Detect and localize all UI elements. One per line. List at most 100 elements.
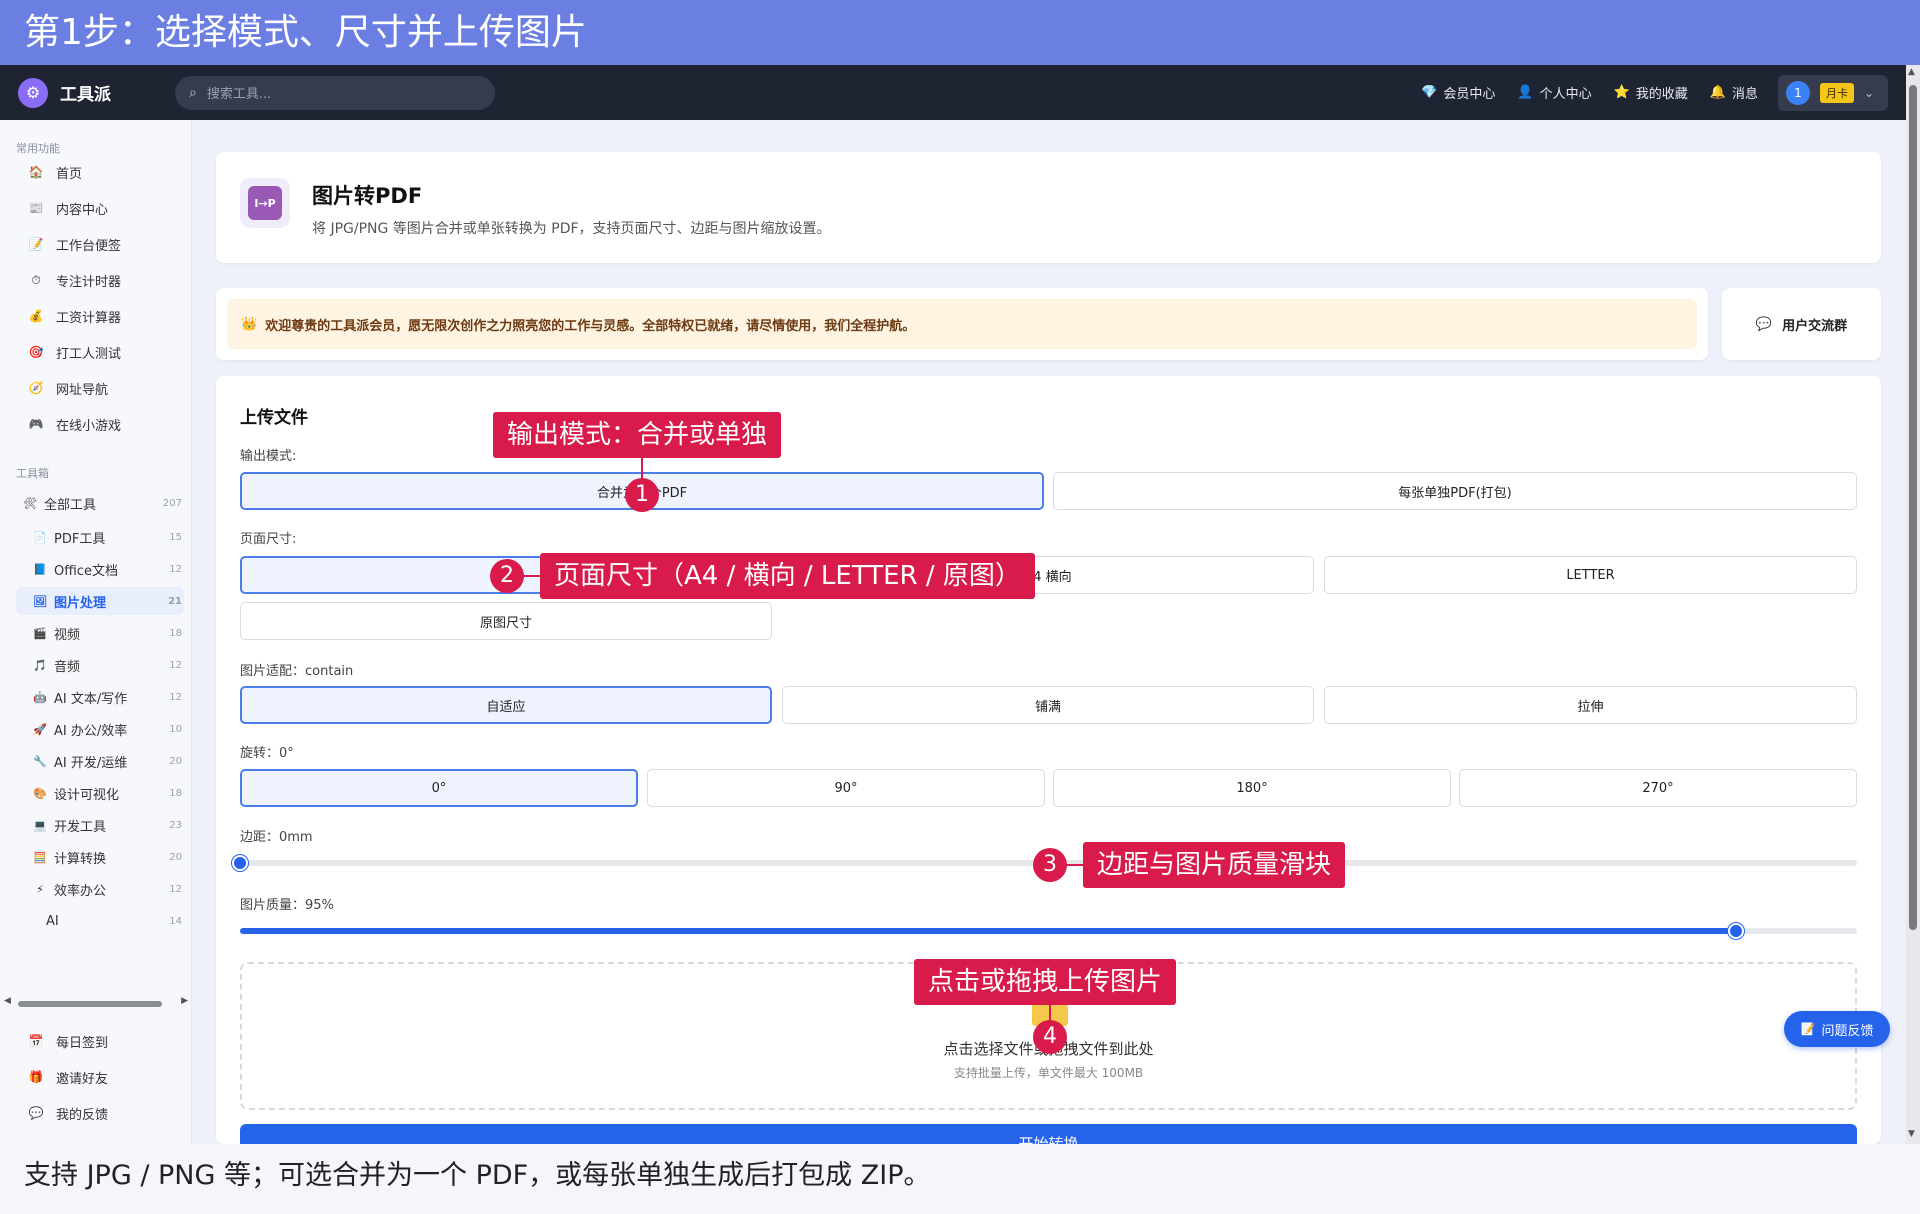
sidebar-item-pdf[interactable]: 📄 PDF工具 15	[16, 523, 184, 551]
sidebar-item-calc[interactable]: 🧮 计算转换 20	[16, 843, 184, 871]
sidebar-hscrollbar[interactable]: ◀ ▶	[0, 996, 192, 1010]
logo[interactable]: ⚙ 工具派	[18, 77, 111, 108]
sidebar-item-worker-test[interactable]: 🎯 打工人测试	[16, 337, 184, 367]
rotate-0-button[interactable]: 0°	[240, 769, 638, 807]
chat-bubble-icon: 💬	[1755, 316, 1773, 332]
rotate-90-button[interactable]: 90°	[647, 769, 1045, 807]
laptop-icon: 💻	[33, 818, 47, 832]
sidebar-item-ai-office[interactable]: 🚀 AI 办公/效率 10	[16, 715, 184, 743]
caption-bar: 支持 JPG / PNG 等；可选合并为一个 PDF，或每张单独生成后打包成 Z…	[0, 1144, 1920, 1214]
margin-label: 边距：0mm	[240, 830, 313, 845]
size-original-button[interactable]: 原图尺寸	[240, 602, 772, 640]
scroll-down-icon[interactable]: ▼	[1908, 1129, 1915, 1139]
sidebar-item-checkin[interactable]: 📅 每日签到	[16, 1026, 184, 1056]
search-icon: ⌕	[189, 84, 197, 101]
page-description: 将 JPG/PNG 等图片合并或单张转换为 PDF，支持页面尺寸、边距与图片缩放…	[312, 221, 831, 237]
user-group-label: 用户交流群	[1782, 318, 1848, 334]
fit-stretch-button[interactable]: 拉伸	[1324, 686, 1857, 724]
nav-member-center[interactable]: 💎 会员中心	[1421, 83, 1495, 102]
sidebar-section-toolbox: 工具箱	[16, 467, 49, 480]
clapper-icon: 🎬	[33, 626, 47, 640]
slider-knob[interactable]	[1728, 923, 1744, 939]
sidebar-item-home[interactable]: 🏠 首页	[16, 157, 184, 187]
slider-knob[interactable]	[232, 855, 248, 871]
sidebar-section-common: 常用功能	[16, 142, 60, 155]
user-group-button[interactable]: 💬 用户交流群	[1722, 288, 1881, 360]
fit-cover-button[interactable]: 铺满	[782, 686, 1314, 724]
chevron-down-icon: ⌄	[1864, 85, 1875, 100]
sidebar-item-content[interactable]: 📰 内容中心	[16, 193, 184, 223]
scroll-up-icon[interactable]: ▲	[1908, 67, 1915, 77]
sidebar-item-office[interactable]: 📘 Office文档 12	[16, 555, 184, 583]
sidebar-item-timer[interactable]: ⏱ 专注计时器	[16, 265, 184, 295]
sidebar-item-label: 工资计算器	[56, 310, 122, 326]
callout-sliders: 边距与图片质量滑块	[1083, 842, 1346, 888]
sidebar-item-label: 专注计时器	[56, 274, 122, 290]
count-badge: 12	[169, 563, 182, 575]
sidebar-item-nav[interactable]: 🧭 网址导航	[16, 373, 184, 403]
sidebar: 常用功能 🏠 首页 📰 内容中心 📝 工作台便签 ⏱ 专注计时器 💰 工资计算器 🎯 打工人…	[0, 120, 192, 1144]
sidebar-item-audio[interactable]: 🎵 音频 12	[16, 651, 184, 679]
tool-icon-text: I→P	[248, 186, 282, 220]
sidebar-item-feedback[interactable]: 💬 我的反馈	[16, 1098, 184, 1128]
nav-link-label: 会员中心	[1443, 87, 1496, 102]
sidebar-item-ai-dev[interactable]: 🔧 AI 开发/运维 20	[16, 747, 184, 775]
star-icon: ⭐	[1613, 85, 1630, 100]
sidebar-item-ai-writing[interactable]: 🤖 AI 文本/写作 12	[16, 683, 184, 711]
scrollbar-thumb[interactable]	[1909, 85, 1917, 930]
nav-link-label: 个人中心	[1539, 87, 1592, 102]
gamepad-icon: 🎮	[28, 417, 44, 431]
scroll-right-icon[interactable]: ▶	[181, 996, 188, 1006]
sidebar-item-invite[interactable]: 🎁 邀请好友	[16, 1062, 184, 1092]
size-letter-button[interactable]: LETTER	[1324, 556, 1857, 594]
user-icon: 👤	[1517, 85, 1534, 100]
rotate-180-button[interactable]: 180°	[1053, 769, 1451, 807]
compass-icon: 🧭	[28, 381, 44, 395]
feedback-button[interactable]: 📝 问题反馈	[1784, 1011, 1890, 1047]
sidebar-item-label: 内容中心	[56, 202, 109, 218]
sidebar-item-label: AI 开发/运维	[54, 755, 128, 771]
sidebar-item-games[interactable]: 🎮 在线小游戏	[16, 409, 184, 439]
sidebar-item-label: AI	[46, 913, 59, 929]
quality-label: 图片质量：95%	[240, 898, 334, 913]
sidebar-item-design[interactable]: 🎨 设计可视化 18	[16, 779, 184, 807]
fit-contain-button[interactable]: 自适应	[240, 686, 772, 724]
count-badge: 15	[169, 531, 182, 543]
diamond-icon: 💎	[1421, 85, 1438, 100]
output-mode-label: 输出模式:	[240, 449, 297, 464]
sidebar-item-label: 音频	[54, 659, 81, 675]
sidebar-item-label: 我的反馈	[56, 1107, 109, 1123]
search-input[interactable]: ⌕ 搜索工具...	[175, 75, 495, 110]
sidebar-item-label: 图片处理	[54, 595, 107, 611]
sidebar-item-dev-tools[interactable]: 💻 开发工具 23	[16, 811, 184, 839]
stopwatch-icon: ⏱	[31, 272, 41, 287]
sidebar-item-ai[interactable]: AI 14	[16, 907, 184, 935]
sidebar-item-efficiency[interactable]: ⚡ 效率办公 12	[16, 875, 184, 903]
nav-personal-center[interactable]: 👤 个人中心	[1517, 83, 1591, 102]
sidebar-item-label: PDF工具	[54, 531, 106, 547]
user-menu[interactable]: 1 月卡 ⌄	[1778, 74, 1888, 111]
picture-icon: 🖼	[33, 594, 47, 608]
lightning-icon: ⚡	[36, 882, 44, 896]
gift-icon: 🎁	[28, 1070, 44, 1084]
sidebar-item-image[interactable]: 🖼 图片处理 21	[16, 587, 184, 615]
callout-number: 1	[625, 478, 659, 512]
sidebar-item-salary[interactable]: 💰 工资计算器	[16, 301, 184, 331]
scroll-left-icon[interactable]: ◀	[4, 996, 11, 1006]
quality-slider[interactable]	[240, 923, 1857, 939]
rotate-270-button[interactable]: 270°	[1459, 769, 1857, 807]
count-badge: 20	[169, 755, 182, 767]
scrollbar-thumb[interactable]	[18, 1001, 162, 1007]
page-scrollbar[interactable]: ▲ ▼	[1906, 65, 1920, 1144]
nav-messages[interactable]: 🔔 消息	[1710, 83, 1758, 102]
nav-favorites[interactable]: ⭐ 我的收藏	[1614, 83, 1688, 102]
mode-separate-button[interactable]: 每张单独PDF(打包)	[1053, 472, 1857, 510]
sidebar-item-label: 邀请好友	[56, 1071, 109, 1087]
logo-text: 工具派	[60, 85, 111, 105]
sidebar-item-all-tools[interactable]: 🛠 全部工具 207	[16, 489, 184, 517]
sidebar-item-video[interactable]: 🎬 视频 18	[16, 619, 184, 647]
image-to-pdf-icon: I→P	[240, 178, 290, 228]
robot-icon: 🤖	[33, 690, 47, 704]
target-icon: 🎯	[28, 345, 44, 359]
sidebar-item-notes[interactable]: 📝 工作台便签	[16, 229, 184, 259]
